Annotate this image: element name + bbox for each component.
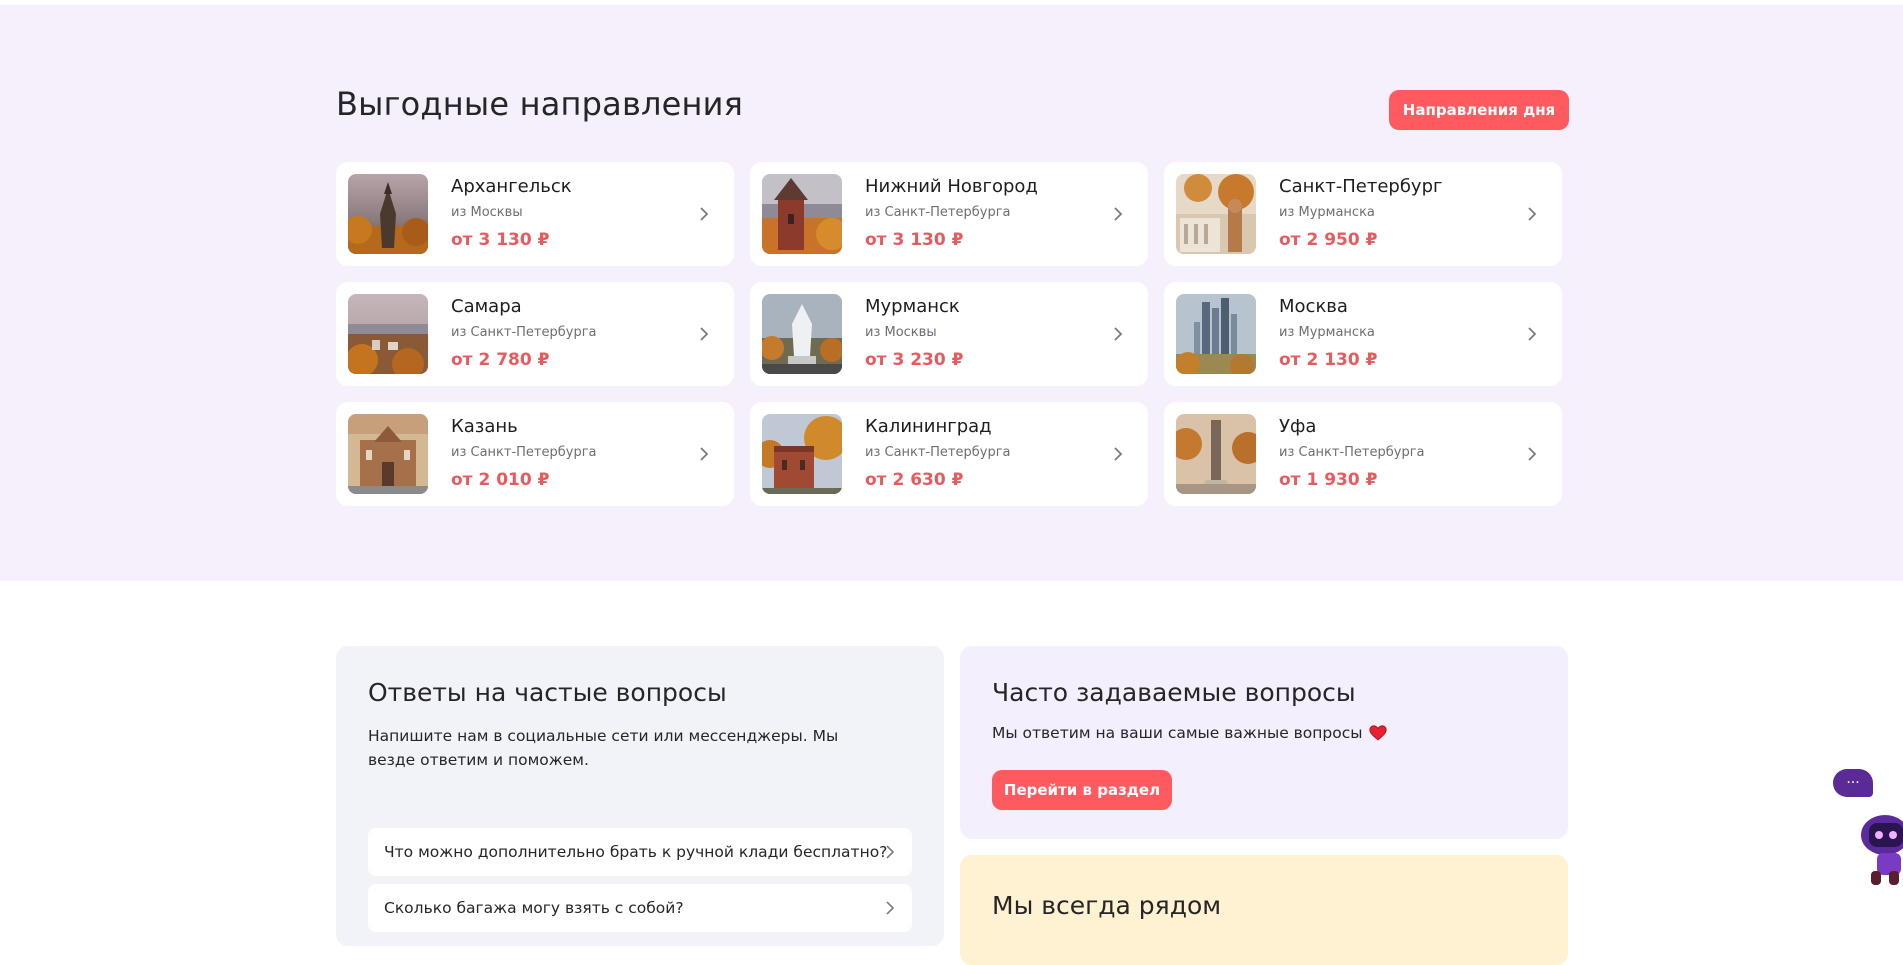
chevron-right-icon	[700, 327, 709, 341]
destination-city: Санкт-Петербург	[1279, 176, 1443, 197]
chevron-right-icon	[1528, 447, 1537, 461]
destination-city: Калининград	[865, 416, 992, 437]
destination-origin: из Мурманска	[1279, 325, 1375, 340]
always-near-panel: Мы всегда рядом	[960, 855, 1568, 965]
faq-section-description-row: Мы ответим на ваши самые важные вопросы	[992, 724, 1387, 742]
chevron-right-icon	[700, 447, 709, 461]
destinations-grid: Архангельск из Москвы от 3 130 ₽ Нижний …	[336, 162, 1562, 506]
go-to-section-button[interactable]: Перейти в раздел	[992, 770, 1172, 810]
destination-price: от 2 010 ₽	[451, 470, 550, 490]
destination-price: от 3 230 ₽	[865, 350, 964, 370]
destination-photo	[348, 174, 428, 254]
always-near-title: Мы всегда рядом	[992, 891, 1222, 920]
faq-answers-description: Напишите нам в социальные сети или мессе…	[368, 727, 839, 769]
destinations-of-day-button[interactable]: Направления дня	[1389, 90, 1569, 130]
destination-photo	[1176, 414, 1256, 494]
destination-city: Самара	[451, 296, 522, 317]
destination-card[interactable]: Нижний Новгород из Санкт-Петербурга от 3…	[750, 162, 1148, 266]
chevron-right-icon	[1528, 327, 1537, 341]
destination-card[interactable]: Москва из Мурманска от 2 130 ₽	[1164, 282, 1562, 386]
destination-card[interactable]: Санкт-Петербург из Мурманска от 2 950 ₽	[1164, 162, 1562, 266]
destination-origin: из Санкт-Петербурга	[865, 445, 1011, 460]
destination-photo	[348, 294, 428, 374]
chevron-right-icon	[886, 901, 895, 915]
destination-card[interactable]: Мурманск из Москвы от 3 230 ₽	[750, 282, 1148, 386]
faq-question-item[interactable]: Что можно дополнительно брать к ручной к…	[368, 828, 912, 876]
faq-question-text: Сколько багажа могу взять с собой?	[384, 899, 684, 917]
chevron-right-icon	[1114, 447, 1123, 461]
destinations-section: Выгодные направления Направления дня Арх…	[0, 5, 1903, 581]
assistant-robot-icon[interactable]	[1851, 805, 1903, 887]
destination-origin: из Санкт-Петербурга	[451, 325, 597, 340]
chevron-right-icon	[700, 207, 709, 221]
destination-city: Нижний Новгород	[865, 176, 1038, 197]
destination-photo	[1176, 174, 1256, 254]
destination-price: от 2 950 ₽	[1279, 230, 1378, 250]
destination-photo	[762, 414, 842, 494]
faq-question-item[interactable]: Сколько багажа могу взять с собой?	[368, 884, 912, 932]
faq-section-panel: Часто задаваемые вопросы Мы ответим на в…	[960, 646, 1568, 839]
destination-city: Мурманск	[865, 296, 960, 317]
destination-city: Казань	[451, 416, 518, 437]
chat-bubble-button[interactable]: ···	[1833, 769, 1873, 797]
destination-card[interactable]: Самара из Санкт-Петербурга от 2 780 ₽	[336, 282, 734, 386]
destination-origin: из Москвы	[451, 205, 523, 220]
destination-price: от 2 780 ₽	[451, 350, 550, 370]
chevron-right-icon	[1114, 327, 1123, 341]
destination-photo	[1176, 294, 1256, 374]
chevron-right-icon	[1528, 207, 1537, 221]
destination-origin: из Москвы	[865, 325, 937, 340]
destination-origin: из Санкт-Петербурга	[1279, 445, 1425, 460]
destination-origin: из Санкт-Петербурга	[451, 445, 597, 460]
destination-city: Уфа	[1279, 416, 1317, 437]
destination-price: от 1 930 ₽	[1279, 470, 1378, 490]
faq-answers-title: Ответы на частые вопросы	[368, 678, 727, 707]
chevron-right-icon	[886, 845, 895, 859]
destination-price: от 3 130 ₽	[865, 230, 964, 250]
destination-card[interactable]: Уфа из Санкт-Петербурга от 1 930 ₽	[1164, 402, 1562, 506]
destination-photo	[762, 174, 842, 254]
faq-section-title: Часто задаваемые вопросы	[992, 678, 1356, 707]
destination-price: от 2 630 ₽	[865, 470, 964, 490]
destination-city: Москва	[1279, 296, 1348, 317]
destination-origin: из Санкт-Петербурга	[865, 205, 1011, 220]
destination-origin: из Мурманска	[1279, 205, 1375, 220]
destination-photo	[348, 414, 428, 494]
destination-price: от 2 130 ₽	[1279, 350, 1378, 370]
faq-question-text: Что можно дополнительно брать к ручной к…	[384, 843, 888, 861]
chat-dots-icon: ···	[1846, 775, 1860, 791]
faq-section-description: Мы ответим на ваши самые важные вопросы	[992, 724, 1363, 742]
destination-card[interactable]: Калининград из Санкт-Петербурга от 2 630…	[750, 402, 1148, 506]
destination-card[interactable]: Казань из Санкт-Петербурга от 2 010 ₽	[336, 402, 734, 506]
destination-photo	[762, 294, 842, 374]
destination-city: Архангельск	[451, 176, 572, 197]
destination-price: от 3 130 ₽	[451, 230, 550, 250]
heart-icon	[1368, 725, 1387, 741]
destination-card[interactable]: Архангельск из Москвы от 3 130 ₽	[336, 162, 734, 266]
destinations-title: Выгодные направления	[336, 85, 744, 123]
faq-answers-panel: Ответы на частые вопросы Напишите нам в …	[336, 646, 944, 946]
chevron-right-icon	[1114, 207, 1123, 221]
